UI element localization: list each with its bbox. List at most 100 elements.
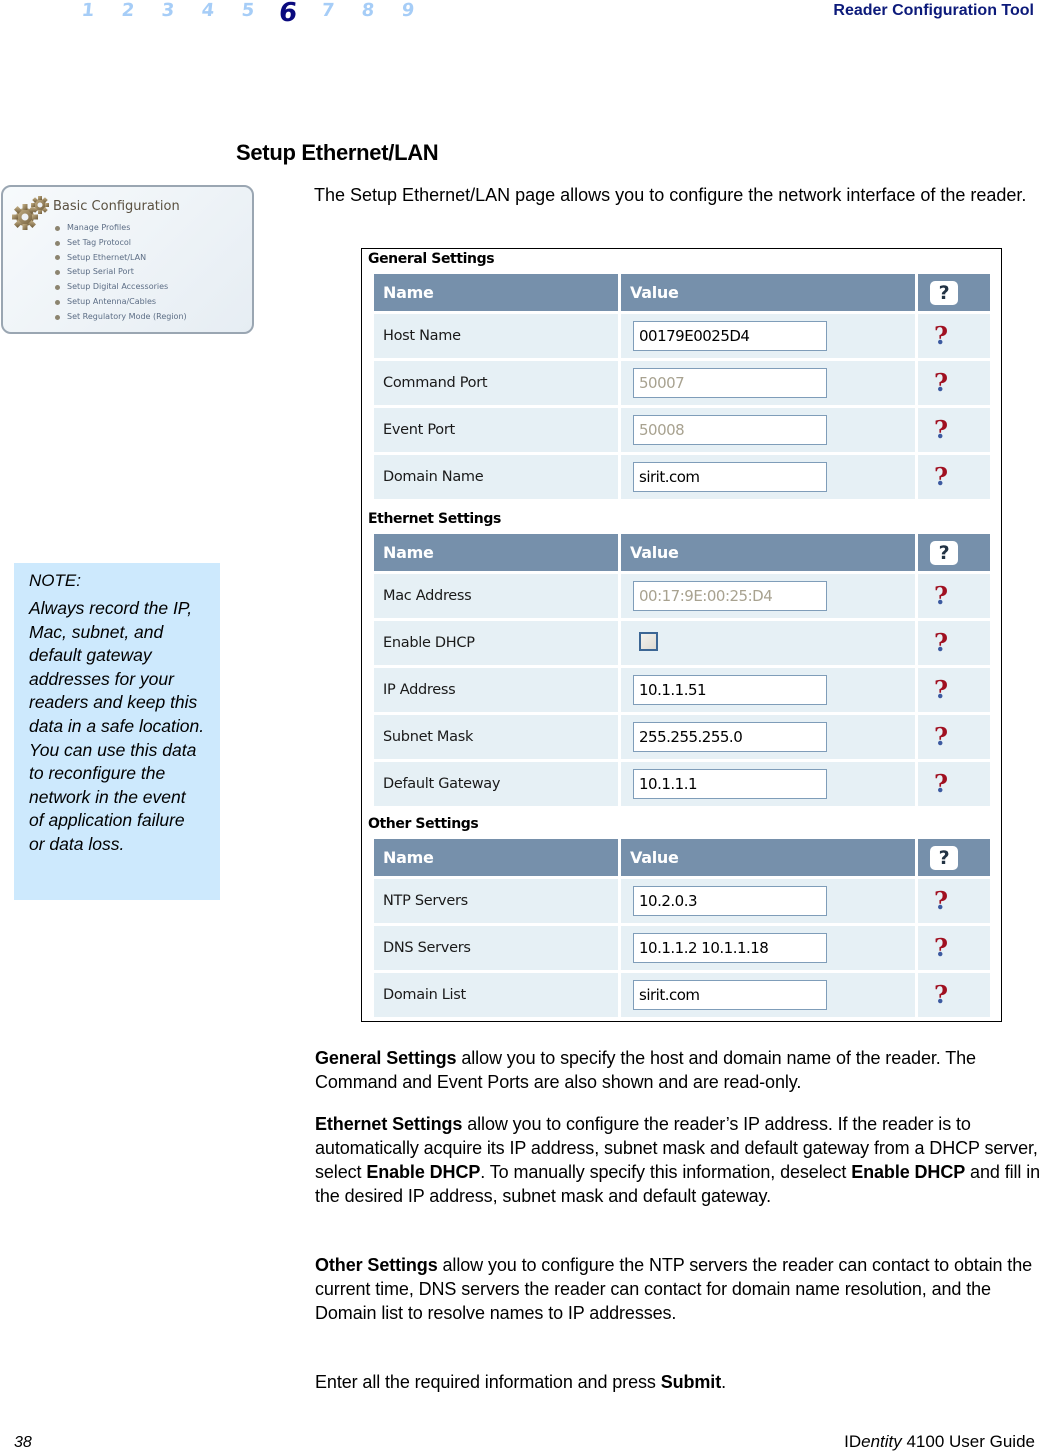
column-header-name: Name [374,839,618,876]
note-text: Always record the IP, Mac, subnet, and d… [29,598,205,854]
group-title-ethernet: Ethernet Settings [368,511,501,527]
table-header-row: Name Value ? [374,839,990,876]
chapter-5[interactable]: 5 [227,0,269,21]
guide-suffix: 4100 User Guide [901,1432,1035,1451]
help-icon[interactable]: ? [934,631,948,655]
help-icon[interactable]: ? [934,772,948,796]
basic-configuration-panel: Basic Configuration Manage Profiles Set … [1,185,254,334]
help-header-icon[interactable]: ? [930,280,958,305]
note-box: NOTE: Always record the IP, Mac, subnet,… [14,563,220,900]
term-submit: Submit [660,1372,722,1392]
chapter-3[interactable]: 3 [147,0,189,21]
guide-italic: entity [861,1432,902,1451]
menu-item-setup-ethernet-lan[interactable]: Setup Ethernet/LAN [55,251,187,266]
paragraph-text: Enter all the required information and p… [315,1372,661,1392]
column-header-value: Value [621,274,915,311]
row-label: Enable DHCP [374,621,618,665]
help-icon[interactable]: ? [934,725,948,749]
table-row: Mac Address ? [374,574,990,618]
bullet-icon [55,299,60,305]
bullet-icon [55,240,60,246]
help-icon[interactable]: ? [934,418,948,442]
menu-item-setup-serial-port[interactable]: Setup Serial Port [55,265,187,280]
row-label: Subnet Mask [374,715,618,759]
chapter-2[interactable]: 2 [107,0,149,21]
chapter-7[interactable]: 7 [307,0,349,21]
bullet-icon [55,225,60,231]
table-row: Command Port ? [374,361,990,405]
menu-item-label: Setup Ethernet/LAN [67,252,147,262]
row-label: Command Port [374,361,618,405]
menu-item-setup-antenna-cables[interactable]: Setup Antenna/Cables [55,295,187,310]
help-header-icon[interactable]: ? [930,845,958,870]
table-row: Event Port ? [374,408,990,452]
ntp-servers-input[interactable] [633,886,827,916]
settings-screenshot: General Settings Name Value ? Host Name … [361,248,1002,1022]
host-name-input[interactable] [633,321,827,351]
chapter-nav: 1 2 3 4 5 6 7 8 9 [68,0,428,32]
row-label: Event Port [374,408,618,452]
help-icon[interactable]: ? [934,983,948,1007]
default-gateway-input[interactable] [633,769,827,799]
paragraph-text: . To manually specify this information, … [480,1162,852,1182]
menu-item-label: Set Regulatory Mode (Region) [67,311,187,321]
table-header-row: Name Value ? [374,274,990,311]
bullet-icon [55,255,60,261]
group-title-general: General Settings [368,251,495,267]
bullet-icon [55,314,60,320]
table-row: DNS Servers ? [374,926,990,970]
column-header-value: Value [621,839,915,876]
mac-address-input [633,581,827,611]
bullet-icon [55,270,60,276]
menu-item-label: Setup Serial Port [67,267,134,277]
column-header-help[interactable]: ? [918,534,990,571]
chapter-4[interactable]: 4 [187,0,229,21]
dns-servers-input[interactable] [633,933,827,963]
help-icon[interactable]: ? [934,584,948,608]
paragraph-submit: Enter all the required information and p… [315,1370,1045,1394]
help-icon[interactable]: ? [934,371,948,395]
other-settings-table: Name Value ? NTP Servers ? DNS Servers ?… [371,836,993,1020]
help-icon[interactable]: ? [934,889,948,913]
menu-item-set-tag-protocol[interactable]: Set Tag Protocol [55,236,187,251]
domain-list-input[interactable] [633,980,827,1010]
header-title: Reader Configuration Tool [833,2,1034,19]
row-label: IP Address [374,668,618,712]
chapter-1[interactable]: 1 [67,0,109,21]
column-header-help[interactable]: ? [918,274,990,311]
paragraph-ethernet-settings: Ethernet Settings allow you to configure… [315,1112,1045,1208]
footer-guide-title: IDentity 4100 User Guide [844,1432,1035,1452]
menu-item-label: Manage Profiles [67,223,131,232]
menu-item-manage-profiles[interactable]: Manage Profiles [55,221,187,236]
term-enable-dhcp: Enable DHCP [366,1162,481,1182]
paragraph-end: . [721,1372,727,1392]
column-header-help[interactable]: ? [918,839,990,876]
help-icon[interactable]: ? [934,465,948,489]
paragraph-general-settings: General Settings allow you to specify th… [315,1046,1045,1094]
chapter-6-active[interactable]: 6 [266,0,309,28]
enable-dhcp-checkbox[interactable] [639,631,658,651]
config-menu: Manage Profiles Set Tag Protocol Setup E… [55,221,187,325]
menu-item-setup-digital-accessories[interactable]: Setup Digital Accessories [55,280,187,295]
table-row: Default Gateway ? [374,762,990,806]
ip-address-input[interactable] [633,675,827,705]
group-title-other: Other Settings [368,816,479,832]
table-row: Subnet Mask ? [374,715,990,759]
ethernet-settings-table: Name Value ? Mac Address ? Enable DHCP ?… [371,531,993,809]
row-label: DNS Servers [374,926,618,970]
help-icon[interactable]: ? [934,324,948,348]
menu-item-set-regulatory-mode[interactable]: Set Regulatory Mode (Region) [55,310,187,325]
note-label: NOTE: [29,571,81,590]
row-label: Default Gateway [374,762,618,806]
chapter-8[interactable]: 8 [347,0,389,21]
column-header-value: Value [621,534,915,571]
help-icon[interactable]: ? [934,678,948,702]
chapter-9[interactable]: 9 [387,0,429,21]
bullet-icon [55,285,60,291]
domain-name-input[interactable] [633,462,827,492]
help-icon[interactable]: ? [934,936,948,960]
subnet-mask-input[interactable] [633,722,827,752]
intro-paragraph: The Setup Ethernet/LAN page allows you t… [314,185,1027,205]
term-ethernet-settings: Ethernet Settings [315,1114,463,1134]
help-header-icon[interactable]: ? [930,540,958,565]
